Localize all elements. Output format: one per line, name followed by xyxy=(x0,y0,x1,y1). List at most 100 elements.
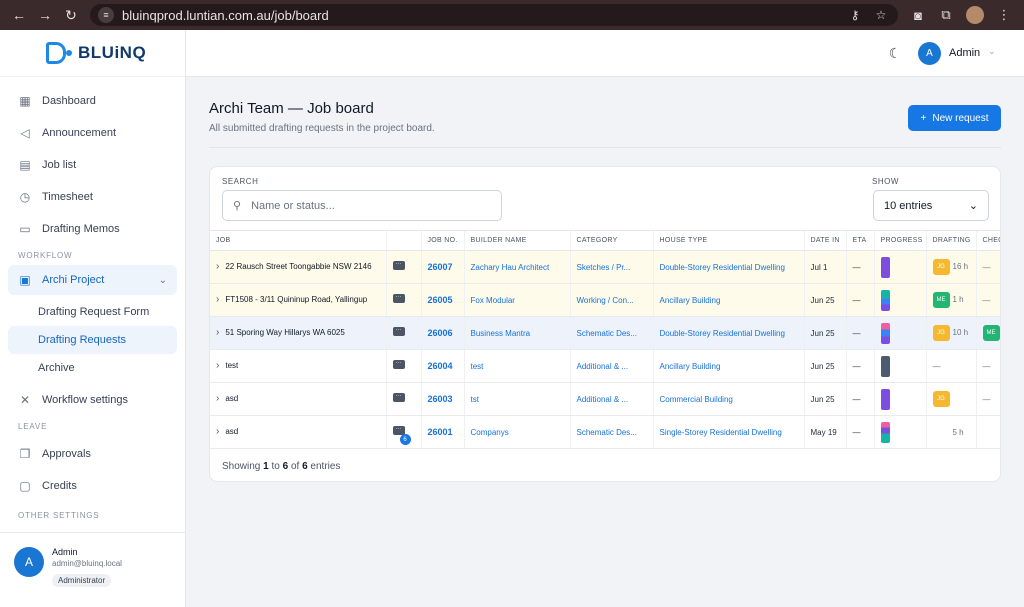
category[interactable]: Schematic Des... xyxy=(577,428,637,437)
reload-icon[interactable]: ↻ xyxy=(60,4,82,26)
column-header[interactable]: PROGRESS xyxy=(873,230,926,251)
avatar[interactable]: A xyxy=(918,42,941,65)
sidebar-item-approvals[interactable]: ❐ Approvals xyxy=(0,438,185,470)
drafting-badge: ME xyxy=(932,292,950,308)
chevron-right-icon[interactable]: › xyxy=(216,361,219,371)
eta: — xyxy=(845,250,874,284)
search-input[interactable] xyxy=(251,199,482,212)
search-box[interactable]: ⚲ xyxy=(222,190,502,221)
sidebar-item-workflow-settings[interactable]: ✕ Workflow settings xyxy=(0,384,185,416)
house-type[interactable]: Double-Storey Residential Dwelling xyxy=(660,329,785,338)
table-row[interactable]: › 51 Sporing Way Hillarys WA 6025 ··· 260… xyxy=(210,316,1000,350)
job-number-link[interactable]: 26003 xyxy=(428,394,453,404)
sidebar-item-dashboard[interactable]: ▦ Dashboard xyxy=(0,85,185,117)
comment-icon[interactable]: ··· xyxy=(392,327,407,339)
new-request-button[interactable]: + New request xyxy=(908,105,1001,131)
table-row[interactable]: › FT1508 - 3/11 Quininup Road, Yallingup … xyxy=(210,283,1000,317)
column-header xyxy=(385,230,421,251)
entries-select[interactable]: 10 entries ⌄ xyxy=(873,190,989,221)
sidebar-item-label: Credits xyxy=(42,480,77,492)
builder-name[interactable]: tst xyxy=(471,395,479,404)
extensions-icon[interactable]: ⧉ xyxy=(938,7,954,23)
comment-count-badge: 6 xyxy=(399,434,411,445)
job-name: asd xyxy=(225,427,239,436)
column-header[interactable]: CHEC xyxy=(975,230,1000,251)
table-row[interactable]: › 22 Rausch Street Toongabbie NSW 2146 ··… xyxy=(210,250,1000,284)
chevron-right-icon[interactable]: › xyxy=(216,295,219,305)
comment-icon[interactable]: ··· xyxy=(392,294,407,306)
footer-text: to xyxy=(268,461,283,472)
house-type[interactable]: Ancillary Building xyxy=(660,296,721,305)
house-type[interactable]: Ancillary Building xyxy=(660,362,721,371)
sidebar-item-label: Drafting Memos xyxy=(42,223,120,235)
chevron-right-icon[interactable]: › xyxy=(216,427,219,437)
builder-name[interactable]: Fox Modular xyxy=(471,296,515,305)
sidebar-group-label: Archi Project xyxy=(42,274,105,286)
category[interactable]: Working / Con... xyxy=(577,296,634,305)
table-row[interactable]: › test ··· 26004 test Additional & ... An… xyxy=(210,349,1000,383)
comment-icon[interactable]: ··· xyxy=(392,261,407,273)
sidebar-item-job-list[interactable]: ▤ Job list xyxy=(0,149,185,181)
table-row[interactable]: › asd ··· 6 26001 Companys Schematic Des..… xyxy=(210,415,1000,449)
chevron-down-icon[interactable]: ⌄ xyxy=(988,46,996,57)
sidebar-subitem-archive[interactable]: Archive xyxy=(0,354,185,382)
column-header[interactable]: DRAFTING xyxy=(925,230,976,251)
profile-avatar[interactable] xyxy=(966,6,984,24)
sidebar-item-credits[interactable]: ▢ Credits xyxy=(0,470,185,502)
column-header[interactable]: JOB NO. xyxy=(420,230,464,251)
column-header[interactable]: ETA xyxy=(845,230,874,251)
category[interactable]: Sketches / Pr... xyxy=(577,263,631,272)
chevron-right-icon[interactable]: › xyxy=(216,262,219,272)
sidebar-item-announcement[interactable]: ◁ Announcement xyxy=(0,117,185,149)
camera-icon[interactable]: ◙ xyxy=(910,8,926,23)
site-info-icon[interactable]: ≡ xyxy=(98,7,114,23)
eta: — xyxy=(845,316,874,350)
user-menu-name[interactable]: Admin xyxy=(949,47,980,59)
sidebar-subitem-drafting-request-form[interactable]: Drafting Request Form xyxy=(0,298,185,326)
job-number-link[interactable]: 26006 xyxy=(428,328,453,338)
category[interactable]: Additional & ... xyxy=(577,395,629,404)
user-role-badge: Administrator xyxy=(52,574,112,587)
builder-name[interactable]: Companys xyxy=(471,428,509,437)
progress-bar xyxy=(880,256,890,278)
category[interactable]: Additional & ... xyxy=(577,362,629,371)
table-row[interactable]: › asd ··· 26003 tst Additional & ... Comm… xyxy=(210,382,1000,416)
back-icon[interactable]: ← xyxy=(8,4,30,26)
column-header[interactable]: JOB xyxy=(210,230,386,251)
column-header[interactable]: DATE IN xyxy=(803,230,846,251)
document-icon: ▤ xyxy=(19,158,31,172)
bookmark-star-icon[interactable]: ☆ xyxy=(872,8,890,22)
sidebar-subitem-drafting-requests[interactable]: Drafting Requests xyxy=(8,326,177,354)
user-profile-card[interactable]: A Admin admin@bluinq.local Administrator xyxy=(0,532,186,607)
house-type[interactable]: Double-Storey Residential Dwelling xyxy=(660,263,785,272)
house-type[interactable]: Single-Storey Residential Dwelling xyxy=(660,428,782,437)
address-bar[interactable]: ≡ bluinqprod.luntian.com.au/job/board ⚷ … xyxy=(90,4,898,26)
comment-icon[interactable]: ··· 6 xyxy=(392,426,411,445)
job-number-link[interactable]: 26007 xyxy=(428,262,453,272)
chevron-right-icon[interactable]: › xyxy=(216,328,219,338)
key-icon[interactable]: ⚷ xyxy=(846,8,864,22)
sidebar-item-timesheet[interactable]: ◷ Timesheet xyxy=(0,181,185,213)
builder-name[interactable]: Business Mantra xyxy=(471,329,531,338)
job-number-link[interactable]: 26005 xyxy=(428,295,453,305)
job-number-link[interactable]: 26004 xyxy=(428,361,453,371)
builder-name[interactable]: test xyxy=(471,362,484,371)
builder-name[interactable]: Zachary Hau Architect xyxy=(471,263,550,272)
logo[interactable]: BLUiNQ xyxy=(0,30,185,77)
sidebar-group-archi-project[interactable]: ▣ Archi Project ⌄ xyxy=(8,265,177,295)
category[interactable]: Schematic Des... xyxy=(577,329,637,338)
column-header[interactable]: BUILDER NAME xyxy=(463,230,570,251)
menu-kebab-icon[interactable]: ⋮ xyxy=(996,7,1012,23)
forward-icon[interactable]: → xyxy=(34,4,56,26)
chevron-right-icon[interactable]: › xyxy=(216,394,219,404)
column-header[interactable]: CATEGORY xyxy=(569,230,653,251)
house-type[interactable]: Commercial Building xyxy=(660,395,733,404)
sidebar-item-drafting-memos[interactable]: ▭ Drafting Memos xyxy=(0,213,185,245)
comment-icon[interactable]: ··· xyxy=(392,360,407,372)
job-number-link[interactable]: 26001 xyxy=(428,427,453,437)
comment-icon[interactable]: ··· xyxy=(392,393,407,405)
column-header[interactable]: HOUSE TYPE xyxy=(652,230,804,251)
date-in: Jul 1 xyxy=(803,250,846,284)
moon-icon[interactable]: ☾ xyxy=(886,44,904,62)
footer-text: Showing xyxy=(222,461,264,472)
